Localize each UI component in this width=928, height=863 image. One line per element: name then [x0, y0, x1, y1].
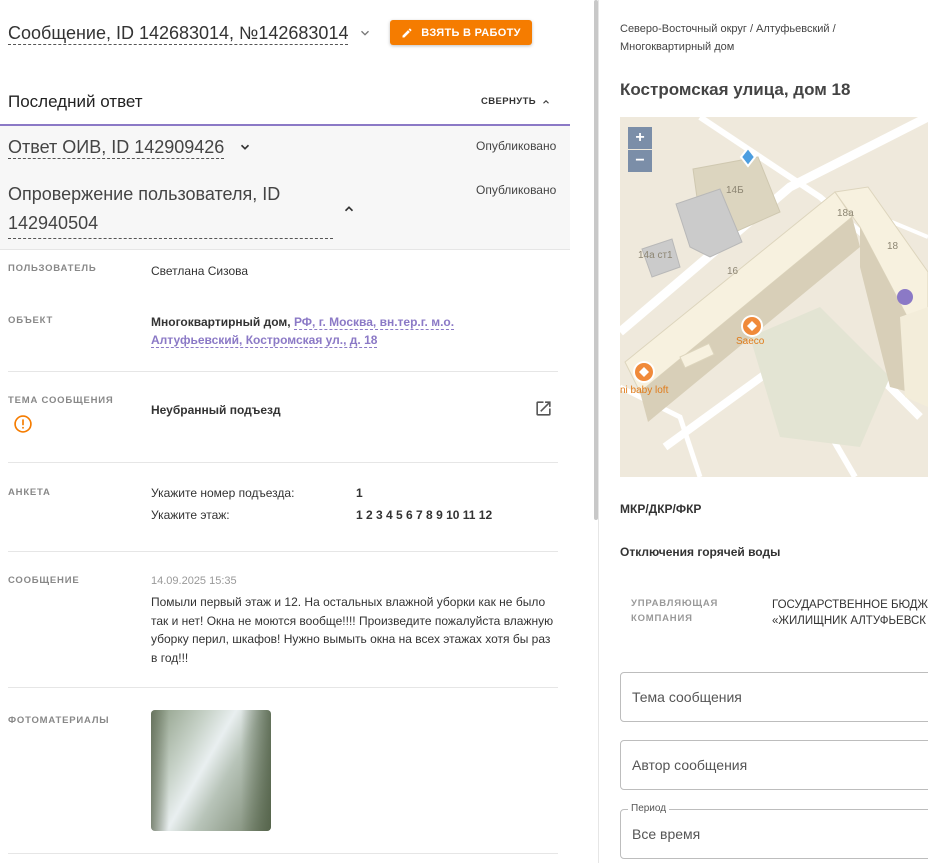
object-info-panel: Северо-Восточный округ / Алтуфьевский / … [599, 0, 928, 863]
map-canvas [620, 117, 928, 477]
author-input-placeholder: Автор сообщения [632, 757, 748, 773]
divider [8, 687, 558, 688]
chevron-down-icon[interactable] [238, 140, 252, 154]
map-label-14b: 14Б [726, 185, 744, 196]
divider [8, 371, 558, 372]
object-address: Костромская улица, дом 18 [620, 80, 851, 99]
refutation-status: Опубликовано [476, 183, 557, 197]
poi-label-baby-loft: ni baby loft [620, 385, 669, 396]
oiv-status: Опубликовано [476, 139, 557, 153]
photos-label: ФОТОМАТЕРИАЛЫ [8, 715, 110, 726]
object-value: Многоквартирный дом, РФ, г. Москва, вн.т… [151, 313, 471, 349]
period-select[interactable]: Период Все время [620, 803, 928, 859]
message-text: Помыли первый этаж и 12. На остальных вл… [151, 595, 554, 665]
topic-label: ТЕМА СООБЩЕНИЯ [8, 395, 114, 406]
take-to-work-button[interactable]: ВЗЯТЬ В РАБОТУ [390, 20, 532, 45]
map[interactable]: + − 14Б 14а ст1 16 18а 18 Saeco ni baby … [620, 117, 928, 477]
period-legend: Период [628, 803, 670, 814]
mkr-heading: МКР/ДКР/ФКР [620, 502, 702, 516]
user-value: Светлана Сизова [151, 264, 249, 278]
object-type: Многоквартирный дом, [151, 315, 291, 329]
form-question-entrance: Укажите номер подъезда: [151, 486, 295, 500]
chevron-up-icon [543, 99, 549, 104]
pencil-icon [402, 28, 412, 37]
divider [8, 551, 558, 552]
zoom-out-button[interactable]: − [628, 150, 652, 172]
collapse-button[interactable]: СВЕРНУТЬ [481, 96, 551, 107]
management-company-label: УПРАВЛЯЮЩАЯ КОМПАНИЯ [631, 598, 719, 624]
last-answer-heading: Последний ответ [8, 92, 143, 111]
warning-icon [14, 415, 32, 433]
map-label-14a: 14а ст1 [638, 250, 673, 261]
hot-water-heading: Отключения горячей воды [620, 545, 781, 559]
chevron-up-icon[interactable] [342, 202, 356, 216]
form-question-floor: Укажите этаж: [151, 508, 230, 522]
management-company-value: ГОСУДАРСТВЕННОЕ БЮДЖ «ЖИЛИЩНИК АЛТУФЬЕВС… [772, 597, 928, 629]
breadcrumb: Северо-Восточный округ / Алтуфьевский / … [620, 23, 836, 53]
topic-input[interactable]: Тема сообщения [620, 672, 928, 722]
divider [8, 462, 558, 463]
topic-input-placeholder: Тема сообщения [632, 689, 742, 705]
oiv-answer-title[interactable]: Ответ ОИВ, ID 142909426 [8, 136, 225, 159]
message-label: СООБЩЕНИЕ [8, 575, 80, 586]
poi-label-saeco: Saeco [736, 336, 765, 347]
message-title[interactable]: Сообщение, ID 142683014, №142683014 [8, 22, 349, 45]
map-label-16: 16 [727, 266, 739, 277]
take-to-work-label: ВЗЯТЬ В РАБОТУ [421, 26, 521, 39]
chevron-down-icon[interactable] [358, 26, 372, 40]
collapse-label: СВЕРНУТЬ [481, 96, 536, 107]
author-input[interactable]: Автор сообщения [620, 740, 928, 790]
map-label-18: 18 [887, 241, 899, 252]
poi-pin-icon[interactable] [631, 359, 657, 385]
period-value: Все время [632, 826, 701, 842]
form-answer-entrance: 1 [356, 486, 363, 500]
topic-value: Неубранный подъезд [151, 403, 281, 417]
object-label: ОБЪЕКТ [8, 315, 54, 326]
form-answer-floor: 1 2 3 4 5 6 7 8 9 10 11 12 [356, 508, 493, 522]
management-company-line2: «ЖИЛИЩНИК АЛТУФЬЕВСК [772, 615, 927, 627]
divider [8, 853, 558, 854]
zoom-in-button[interactable]: + [628, 127, 652, 149]
user-label: ПОЛЬЗОВАТЕЛЬ [8, 263, 97, 274]
external-link-icon[interactable] [534, 399, 553, 418]
map-label-18a: 18а [837, 208, 854, 219]
message-date: 14.09.2025 15:35 [151, 575, 237, 587]
message-details-panel: Сообщение, ID 142683014, №142683014 ВЗЯТ… [0, 0, 590, 863]
refutation-title[interactable]: Опровержение пользователя, ID 142940504 [8, 180, 333, 239]
photo-thumbnail[interactable] [151, 710, 271, 831]
form-label: АНКЕТА [8, 487, 51, 498]
management-company-line1: ГОСУДАРСТВЕННОЕ БЮДЖ [772, 599, 928, 611]
